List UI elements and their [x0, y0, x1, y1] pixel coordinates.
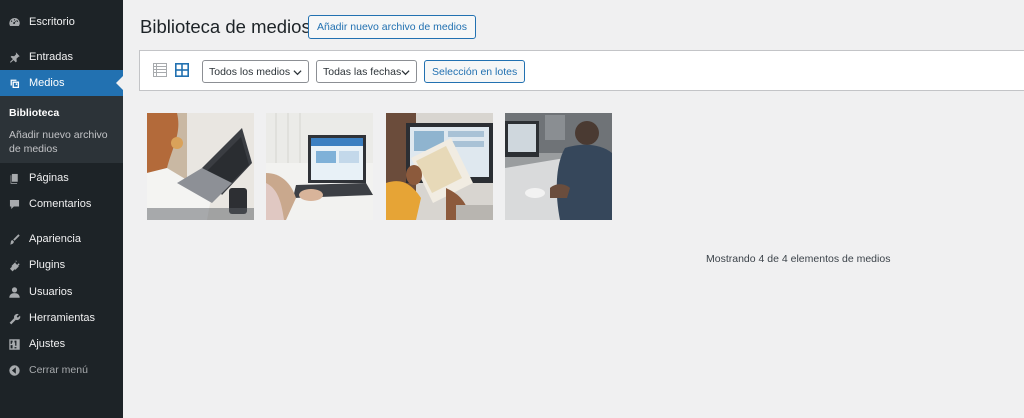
media-item-4[interactable] — [505, 113, 612, 220]
media-item-3[interactable] — [386, 113, 493, 220]
pin-icon — [7, 50, 21, 64]
pages-icon — [7, 171, 21, 185]
menu-item-escritorio[interactable]: Escritorio — [0, 9, 123, 35]
brush-icon — [7, 232, 21, 246]
menu-label: Páginas — [29, 172, 69, 184]
chevron-down-icon — [293, 70, 302, 76]
media-submenu: Biblioteca Añadir nuevo archivo de medio… — [0, 96, 123, 163]
media-count-text: Mostrando 4 de 4 elementos de medios — [706, 253, 891, 265]
menu-label: Usuarios — [29, 286, 73, 298]
submenu-item-biblioteca[interactable]: Biblioteca — [9, 104, 59, 122]
menu-item-usuarios[interactable]: Usuarios — [0, 279, 123, 305]
menu-item-ajustes[interactable]: Ajustes — [0, 331, 123, 357]
menu-label: Comentarios — [29, 198, 92, 210]
media-type-filter[interactable]: Todos los medios — [202, 60, 309, 83]
menu-item-plugins[interactable]: Plugins — [0, 252, 123, 278]
date-filter-value: Todas las fechas — [323, 65, 402, 78]
grid-view-icon[interactable] — [175, 63, 189, 77]
comment-icon — [7, 197, 21, 211]
menu-label: Medios — [29, 77, 65, 89]
menu-item-comentarios[interactable]: Comentarios — [0, 191, 123, 217]
bulk-select-button[interactable]: Selección en lotes — [424, 60, 526, 83]
menu-item-apariencia[interactable]: Apariencia — [0, 226, 123, 252]
media-item-1[interactable] — [147, 113, 254, 220]
media-item-2[interactable] — [266, 113, 373, 220]
menu-label: Entradas — [29, 51, 74, 63]
menu-label: Plugins — [29, 259, 66, 271]
settings-icon — [7, 337, 21, 351]
menu-item-herramientas[interactable]: Herramientas — [0, 305, 123, 331]
menu-item-paginas[interactable]: Páginas — [0, 165, 123, 191]
list-view-icon[interactable] — [153, 63, 167, 77]
admin-sidebar: Escritorio Entradas Medios Biblioteca Añ… — [0, 0, 123, 418]
menu-item-entradas[interactable]: Entradas — [0, 44, 123, 70]
media-type-filter-value: Todos los medios — [209, 65, 291, 78]
menu-label: Escritorio — [29, 16, 75, 28]
menu-label: Apariencia — [29, 233, 81, 245]
menu-label: Herramientas — [29, 312, 96, 324]
dashboard-icon — [7, 15, 21, 29]
collapse-menu-button[interactable]: Cerrar menú — [0, 357, 123, 383]
plugin-icon — [7, 258, 21, 272]
wrench-icon — [7, 311, 21, 325]
user-icon — [7, 285, 21, 299]
chevron-down-icon — [401, 70, 410, 76]
page-title: Biblioteca de medios — [140, 16, 311, 37]
media-toolbar: Todos los medios Todas las fechas Selecc… — [139, 50, 1024, 91]
collapse-icon — [7, 363, 21, 377]
menu-label: Cerrar menú — [29, 364, 88, 376]
menu-item-medios[interactable]: Medios — [0, 70, 123, 96]
submenu-item-add-new-line2[interactable]: de medios — [9, 140, 57, 158]
date-filter[interactable]: Todas las fechas — [316, 60, 417, 83]
menu-label: Ajustes — [29, 338, 66, 350]
add-new-media-button[interactable]: Añadir nuevo archivo de medios — [308, 15, 477, 39]
media-icon — [7, 76, 21, 90]
